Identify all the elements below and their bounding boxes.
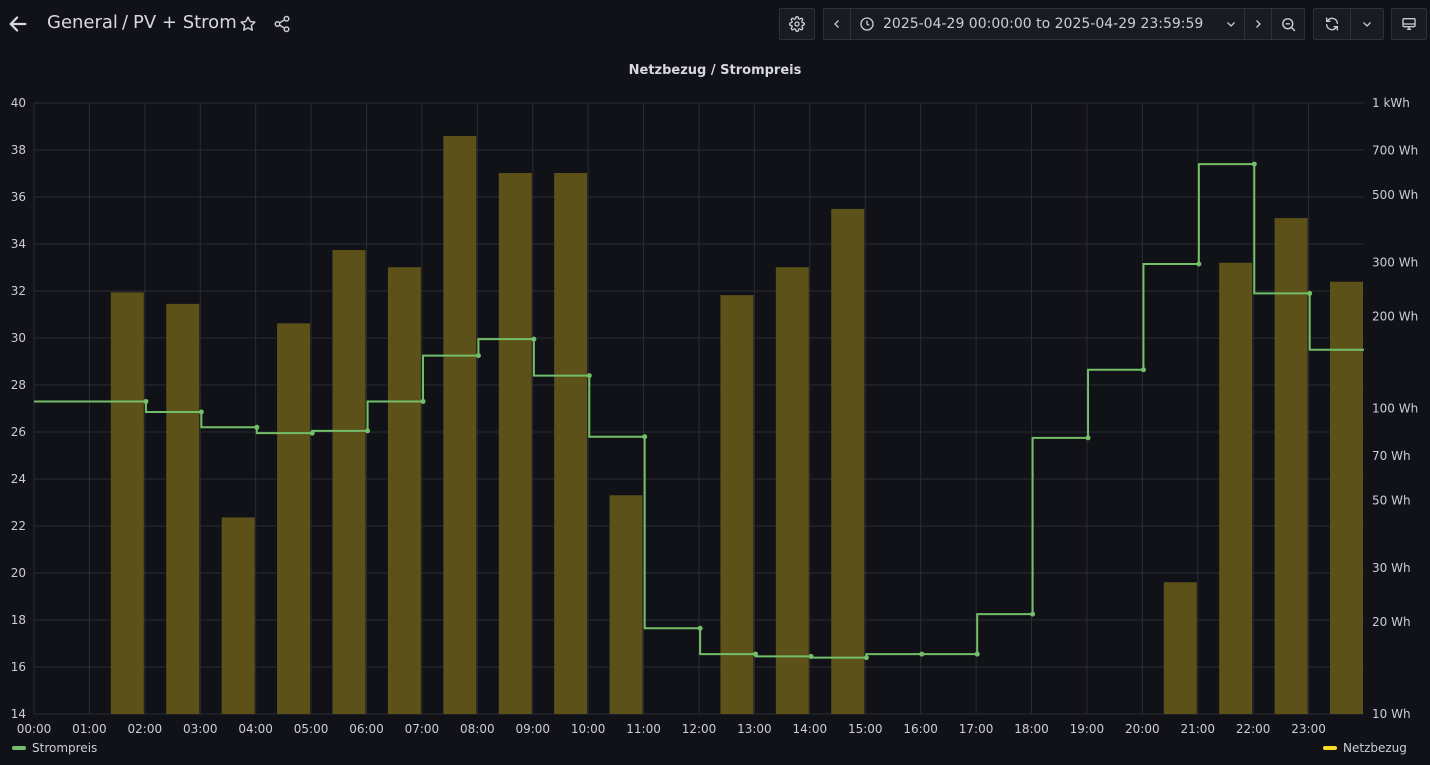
strompreis-point bbox=[1085, 435, 1091, 441]
y-left-tick-label: 18 bbox=[11, 613, 26, 627]
strompreis-point bbox=[1030, 611, 1036, 617]
y-right-tick-label: 300 Wh bbox=[1372, 256, 1418, 270]
x-tick-label: 03:00 bbox=[183, 722, 218, 736]
y-left-tick-label: 14 bbox=[11, 707, 26, 721]
bar-netzbezug bbox=[554, 173, 588, 715]
legend-swatch bbox=[1323, 746, 1337, 750]
bar-netzbezug bbox=[609, 495, 643, 714]
strompreis-point bbox=[1196, 261, 1202, 267]
strompreis-point bbox=[365, 428, 371, 434]
legend-label: Strompreis bbox=[32, 741, 98, 755]
x-tick-label: 23:00 bbox=[1291, 722, 1326, 736]
y-right-tick-label: 100 Wh bbox=[1372, 402, 1418, 416]
strompreis-point bbox=[420, 398, 426, 404]
legend-item-netzbezug[interactable]: Netzbezug bbox=[1323, 741, 1407, 755]
bar-netzbezug bbox=[775, 267, 809, 714]
strompreis-point bbox=[808, 653, 814, 659]
bar-netzbezug bbox=[831, 208, 865, 714]
strompreis-point bbox=[863, 655, 869, 661]
x-tick-label: 10:00 bbox=[571, 722, 606, 736]
timeseries-chart[interactable]: 14 16 18 20 22 24 26 28 30 32 34 36 38 40 10 Wh 20 Wh 30… bbox=[0, 0, 1430, 740]
y-right-tick-label: 200 Wh bbox=[1372, 310, 1418, 324]
y-left-tick-label: 20 bbox=[11, 566, 26, 580]
x-tick-label: 17:00 bbox=[959, 722, 994, 736]
x-tick-label: 15:00 bbox=[848, 722, 883, 736]
strompreis-point bbox=[586, 373, 592, 379]
x-tick-label: 08:00 bbox=[460, 722, 495, 736]
strompreis-point bbox=[1307, 290, 1313, 296]
legend-swatch bbox=[12, 746, 26, 750]
strompreis-point bbox=[309, 430, 315, 436]
strompreis-point bbox=[198, 409, 204, 415]
x-tick-label: 16:00 bbox=[903, 722, 938, 736]
y-right-tick-label: 30 Wh bbox=[1372, 561, 1411, 575]
strompreis-point bbox=[254, 424, 260, 430]
strompreis-point bbox=[753, 651, 759, 657]
x-tick-label: 13:00 bbox=[737, 722, 772, 736]
x-tick-label: 05:00 bbox=[294, 722, 329, 736]
y-right-tick-label: 1 kWh bbox=[1372, 96, 1410, 110]
x-tick-label: 14:00 bbox=[793, 722, 828, 736]
bar-netzbezug bbox=[166, 303, 200, 714]
y-left-tick-label: 36 bbox=[11, 190, 26, 204]
bar-netzbezug bbox=[443, 135, 477, 715]
x-tick-label: 18:00 bbox=[1014, 722, 1049, 736]
y-left-tick-label: 38 bbox=[11, 143, 26, 157]
strompreis-point bbox=[143, 398, 149, 404]
x-tick-label: 21:00 bbox=[1180, 722, 1215, 736]
bar-netzbezug bbox=[110, 292, 144, 714]
legend-item-strompreis[interactable]: Strompreis bbox=[12, 741, 97, 755]
strompreis-point bbox=[475, 353, 481, 359]
x-tick-label: 19:00 bbox=[1070, 722, 1105, 736]
y-right-tick-label: 700 Wh bbox=[1372, 143, 1418, 157]
y-right-tick-label: 50 Wh bbox=[1372, 493, 1411, 507]
x-tick-label: 01:00 bbox=[72, 722, 107, 736]
x-tick-label: 07:00 bbox=[405, 722, 440, 736]
y-left-tick-label: 40 bbox=[11, 96, 26, 110]
bar-netzbezug bbox=[1163, 582, 1197, 714]
x-tick-label: 11:00 bbox=[626, 722, 661, 736]
y-left-tick-label: 24 bbox=[11, 472, 26, 486]
x-tick-label: 20:00 bbox=[1125, 722, 1160, 736]
bar-netzbezug bbox=[387, 267, 421, 714]
x-tick-label: 22:00 bbox=[1236, 722, 1271, 736]
legend-label: Netzbezug bbox=[1343, 741, 1407, 755]
x-tick-label: 02:00 bbox=[128, 722, 163, 736]
y-left-tick-label: 32 bbox=[11, 284, 26, 298]
strompreis-point bbox=[1251, 161, 1257, 167]
y-right-tick-label: 500 Wh bbox=[1372, 188, 1418, 202]
bar-netzbezug bbox=[221, 517, 255, 714]
y-left-tick-label: 34 bbox=[11, 237, 26, 251]
strompreis-point bbox=[642, 434, 648, 440]
x-tick-label: 04:00 bbox=[238, 722, 273, 736]
strompreis-point bbox=[1140, 367, 1146, 373]
strompreis-point bbox=[697, 625, 703, 631]
bar-netzbezug bbox=[1219, 262, 1253, 714]
y-left-tick-label: 28 bbox=[11, 378, 26, 392]
y-right-tick-label: 70 Wh bbox=[1372, 449, 1411, 463]
y-left-tick-label: 22 bbox=[11, 519, 26, 533]
strompreis-point bbox=[531, 336, 537, 342]
y-left-tick-label: 30 bbox=[11, 331, 26, 345]
strompreis-point bbox=[919, 651, 925, 657]
strompreis-point bbox=[974, 651, 980, 657]
x-tick-label: 06:00 bbox=[349, 722, 384, 736]
x-tick-label: 12:00 bbox=[682, 722, 717, 736]
y-right-tick-label: 10 Wh bbox=[1372, 707, 1411, 721]
bar-netzbezug bbox=[498, 173, 532, 715]
x-tick-label: 09:00 bbox=[515, 722, 550, 736]
y-right-tick-label: 20 Wh bbox=[1372, 615, 1411, 629]
bar-netzbezug bbox=[1330, 281, 1363, 714]
x-tick-label: 00:00 bbox=[17, 722, 52, 736]
bar-netzbezug bbox=[277, 323, 311, 714]
bar-netzbezug bbox=[332, 250, 366, 714]
y-left-tick-label: 26 bbox=[11, 425, 26, 439]
y-left-tick-label: 16 bbox=[11, 660, 26, 674]
bar-netzbezug bbox=[720, 295, 754, 714]
